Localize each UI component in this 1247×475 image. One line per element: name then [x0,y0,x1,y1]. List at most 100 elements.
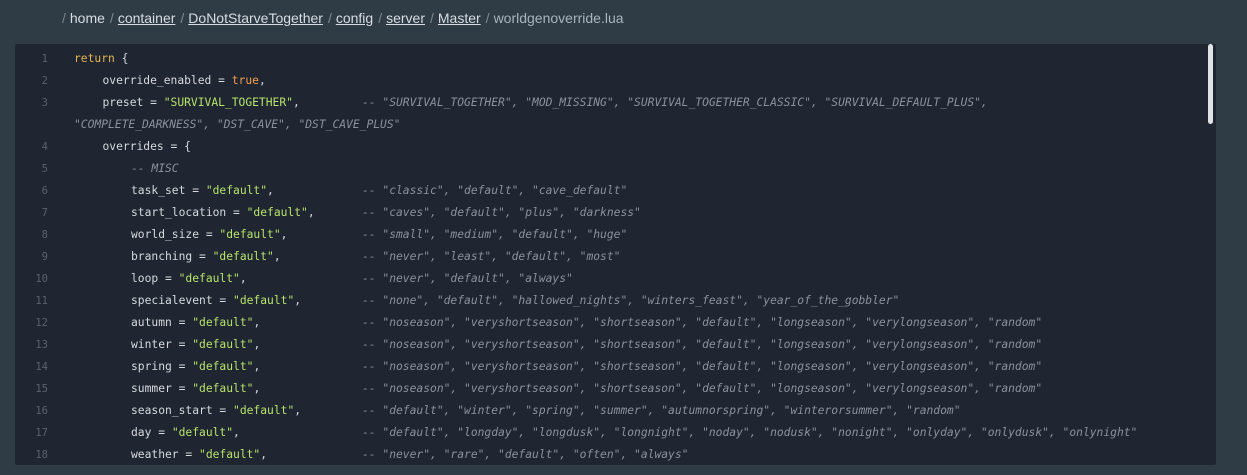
breadcrumb-home: home [69,10,105,26]
code-token: "default" [233,404,295,417]
breadcrumb-config[interactable]: config [336,10,373,26]
code-token: , [253,338,261,351]
code-comment: -- "default", "winter", "spring", "summe… [362,404,961,417]
line-number: 4 [41,141,48,153]
code-line: 10 loop = "default", -- "never", "default"… [15,268,1207,290]
code-line: 11 specialevent = "default", -- "none", "d… [15,290,1207,312]
code-token: autumn = [131,316,193,329]
line-number: 7 [41,207,48,219]
line-number: 16 [35,405,48,417]
code-line: 12 autumn = "default", -- "noseason", "ver… [15,312,1207,334]
code-line: 8 world_size = "default", -- "small", "med… [15,224,1207,246]
code-token: "default" [171,426,234,439]
code-text: autumn = "default", [131,312,260,334]
code-text: weather = "default", [131,444,267,465]
code-token: , [294,404,302,417]
code-token: start_location = [131,206,247,219]
breadcrumb-separator: / [327,10,332,26]
breadcrumb-master[interactable]: Master [438,10,481,26]
code-token: world_size = [131,228,220,241]
breadcrumb: / home / container / DoNotStarveTogether / conf… [62,10,629,30]
code-text: season_start = "default", [131,400,301,422]
code-token: "default" [219,228,281,241]
code-token: "default" [178,272,240,285]
code-token: , [294,294,302,307]
code-comment: -- "classic", "default", "cave_default" [362,184,628,197]
code-token: "default" [199,448,261,461]
breadcrumb-separator: / [429,10,434,26]
breadcrumb-donotstarvetogether[interactable]: DoNotStarveTogether [188,10,323,26]
code-line: 16 season_start = "default", -- "default",… [15,400,1207,422]
code-line: 4 overrides = { [15,136,1207,158]
code-token: , [253,360,261,373]
code-text: -- MISC [131,158,179,180]
code-text: preset = "SURVIVAL_TOGETHER", [103,92,300,114]
code-token: preset = [102,96,164,109]
code-token: "default" [205,184,268,197]
code-token: , [267,184,274,197]
code-token: branching = [131,250,213,263]
code-token: "default" [192,360,254,373]
code-line: 18 weather = "default", -- "never", "rare"… [15,444,1207,465]
breadcrumb-separator: / [109,10,114,26]
code-line: 15 summer = "default", -- "noseason", "ver… [15,378,1207,400]
code-token: , [233,426,240,439]
line-number: 17 [35,427,48,439]
code-line: 3 preset = "SURVIVAL_TOGETHER", -- "SURVIV… [15,92,1207,114]
code-token: summer = [131,382,193,395]
code-token: "default" [192,382,254,395]
code-lines: 1 return {2 override_enabled = true, 3 prese… [15,48,1207,465]
breadcrumb-separator: / [62,10,66,26]
code-token: , [258,74,266,87]
code-comment: -- "default", "longday", "longdusk", "lo… [362,426,1138,439]
code-text: world_size = "default", [131,224,287,246]
line-number: 12 [35,317,48,329]
code-line: 5 -- MISC [15,158,1207,180]
line-number: 11 [35,295,48,307]
code-line: 2 override_enabled = true, [15,70,1207,92]
code-token: , [273,250,281,263]
line-number: 9 [41,251,48,263]
code-line: 13 winter = "default", -- "noseason", "ver… [15,334,1207,356]
breadcrumb-separator: / [180,10,185,26]
code-line: 14 spring = "default", -- "noseason", "ver… [15,356,1207,378]
breadcrumb-container[interactable]: container [118,10,176,26]
code-editor[interactable]: 1 return {2 override_enabled = true, 3 prese… [15,44,1216,465]
code-token: "default" [212,250,274,263]
code-comment: -- "noseason", "veryshortseason", "short… [362,382,1043,395]
code-token: "default" [246,206,308,219]
code-token: overrides = { [102,140,191,153]
code-token: winter = [131,338,193,351]
code-comment: -- "caves", "default", "plus", "darkness… [362,206,641,219]
code-text: return { [74,48,128,70]
code-token: "default" [192,316,254,329]
code-comment: -- "never", "default", "always" [362,272,573,285]
code-comment: -- "none", "default", "hallowed_nights",… [362,294,900,307]
breadcrumb-server[interactable]: server [386,10,425,26]
code-comment-wrap: "COMPLETE_DARKNESS", "DST_CAVE", "DST_CA… [74,118,401,131]
line-number: 8 [41,229,48,241]
line-number: 2 [41,75,48,87]
code-comment: -- "noseason", "veryshortseason", "short… [362,360,1043,373]
code-token: true [231,74,259,87]
code-comment: -- "never", "least", "default", "most" [362,250,621,263]
code-token: "SURVIVAL_TOGETHER" [163,96,293,109]
code-token: season_start = [131,404,234,417]
vertical-scrollbar[interactable] [1208,44,1213,124]
line-number: 14 [35,361,48,373]
code-token: , [307,206,315,219]
line-number: 5 [41,163,48,175]
code-token: "default" [192,338,254,351]
code-token: , [239,272,247,285]
code-text: start_location = "default", [131,202,315,224]
code-token: , [280,228,288,241]
code-token: "default" [233,294,295,307]
code-token: , [260,448,268,461]
code-token: task_set = [131,184,206,197]
line-number: 3 [41,97,48,109]
code-text: override_enabled = true, [103,70,266,92]
line-number: 15 [35,383,48,395]
code-text: winter = "default", [131,334,260,356]
code-token: -- MISC [131,162,179,175]
code-line: 7 start_location = "default", -- "caves", … [15,202,1207,224]
